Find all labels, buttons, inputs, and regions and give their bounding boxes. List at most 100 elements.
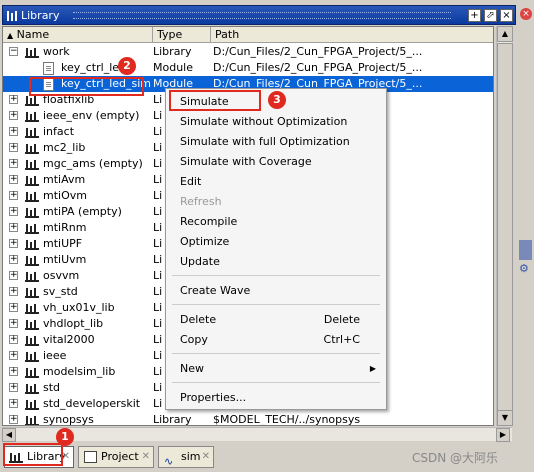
close-tab-icon[interactable]: ✕ xyxy=(142,447,150,467)
scroll-up-icon[interactable]: ▲ xyxy=(497,26,513,42)
column-name[interactable]: ▲ Name xyxy=(3,27,153,43)
row-name: work xyxy=(43,45,70,58)
expand-icon[interactable]: + xyxy=(9,319,18,328)
dock-handle[interactable] xyxy=(519,240,532,260)
tab-sim[interactable]: ∿ sim ✕ xyxy=(158,446,214,468)
row-name: osvvm xyxy=(43,269,80,282)
expand-icon[interactable]: + xyxy=(9,207,18,216)
row-type: Li xyxy=(153,109,163,122)
close-icon[interactable]: × xyxy=(500,9,513,22)
watermark: CSDN @大阿乐 xyxy=(412,451,499,465)
library-icon xyxy=(25,158,39,170)
expand-icon[interactable]: + xyxy=(9,127,18,136)
expand-icon[interactable]: + xyxy=(9,95,18,104)
expand-icon[interactable]: + xyxy=(9,367,18,376)
expand-icon[interactable]: + xyxy=(9,351,18,360)
menu-simulate-coverage[interactable]: Simulate with Coverage xyxy=(166,152,386,172)
menu-delete[interactable]: Delete Delete xyxy=(166,310,386,330)
library-icon xyxy=(25,302,39,314)
undock-icon[interactable]: ⬀ xyxy=(484,9,497,22)
table-row[interactable]: key_ctrl_led Module D:/Cun_Files/2_Cun_FPG… xyxy=(3,60,493,76)
expand-icon[interactable]: + xyxy=(9,399,18,408)
scroll-right-icon[interactable]: ▶ xyxy=(496,428,510,442)
row-name: mtiOvm xyxy=(43,189,87,202)
collapse-icon[interactable]: − xyxy=(9,47,18,56)
menu-properties[interactable]: Properties... xyxy=(166,388,386,408)
row-type: Li xyxy=(153,269,163,282)
menu-simulate-no-opt[interactable]: Simulate without Optimization xyxy=(166,112,386,132)
row-type: Module xyxy=(153,61,193,74)
horizontal-scrollbar[interactable]: ◀ ▶ xyxy=(2,427,512,442)
expand-icon[interactable]: + xyxy=(9,191,18,200)
row-name: vital2000 xyxy=(43,333,95,346)
right-dock-strip: × ⚙ xyxy=(517,0,534,472)
close-icon[interactable]: × xyxy=(520,8,532,20)
row-type: Li xyxy=(153,381,163,394)
tab-project[interactable]: Project ✕ xyxy=(78,446,154,468)
titlebar-grip xyxy=(73,12,451,19)
row-name: mtiUvm xyxy=(43,253,87,266)
highlight-box-simulate xyxy=(169,90,261,111)
row-name: mtiPA (empty) xyxy=(43,205,122,218)
expand-icon[interactable]: + xyxy=(9,159,18,168)
close-tab-icon[interactable]: ✕ xyxy=(202,447,210,467)
row-type: Li xyxy=(153,93,163,106)
library-icon xyxy=(25,382,39,394)
row-name: synopsys xyxy=(43,413,94,426)
library-icon xyxy=(25,142,39,154)
expand-icon[interactable]: + xyxy=(9,303,18,312)
column-type[interactable]: Type xyxy=(153,27,211,43)
row-type: Li xyxy=(153,253,163,266)
expand-icon[interactable]: + xyxy=(9,143,18,152)
expand-icon[interactable]: + xyxy=(9,239,18,248)
menu-optimize[interactable]: Optimize xyxy=(166,232,386,252)
menu-create-wave[interactable]: Create Wave xyxy=(166,281,386,301)
expand-icon[interactable]: + xyxy=(9,255,18,264)
row-name: vh_ux01v_lib xyxy=(43,301,115,314)
row-name: key_ctrl_led xyxy=(61,61,127,74)
menu-recompile[interactable]: Recompile xyxy=(166,212,386,232)
menu-edit[interactable]: Edit xyxy=(166,172,386,192)
menu-separator xyxy=(172,304,380,305)
row-name: std_developerskit xyxy=(43,397,141,410)
modelsim-window: Library + ⬀ × ▲ Name Type Path − work Libr… xyxy=(0,0,534,472)
row-name: ieee xyxy=(43,349,67,362)
table-row[interactable]: + synopsys Library $MODEL_TECH/../synopsys xyxy=(3,412,493,426)
column-header: ▲ Name Type Path xyxy=(3,27,493,43)
scroll-down-icon[interactable]: ▼ xyxy=(497,410,513,426)
library-titlebar[interactable]: Library + ⬀ × xyxy=(2,5,516,25)
expand-icon[interactable]: + xyxy=(9,175,18,184)
vertical-scrollbar[interactable]: ▲ ▼ xyxy=(496,26,513,426)
expand-icon[interactable]: + xyxy=(9,335,18,344)
expand-icon[interactable]: + xyxy=(9,383,18,392)
highlight-box-key-ctrl-led-sim xyxy=(29,77,144,96)
row-type: Li xyxy=(153,125,163,138)
column-path[interactable]: Path xyxy=(211,27,493,43)
menu-simulate-full-opt[interactable]: Simulate with full Optimization xyxy=(166,132,386,152)
add-icon[interactable]: + xyxy=(468,9,481,22)
row-type: Li xyxy=(153,301,163,314)
expand-icon[interactable]: + xyxy=(9,271,18,280)
expand-icon[interactable]: + xyxy=(9,111,18,120)
row-name: mtiAvm xyxy=(43,173,86,186)
expand-icon[interactable]: + xyxy=(9,415,18,424)
row-name: vhdlopt_lib xyxy=(43,317,104,330)
window-title: Library xyxy=(21,9,60,22)
submenu-arrow-icon: ▶ xyxy=(369,364,376,373)
gear-icon[interactable]: ⚙ xyxy=(519,262,532,275)
menu-new[interactable]: New ▶ xyxy=(166,359,386,379)
menu-update[interactable]: Update xyxy=(166,252,386,272)
library-icon xyxy=(25,318,39,330)
menu-copy[interactable]: Copy Ctrl+C xyxy=(166,330,386,350)
row-type: Li xyxy=(153,285,163,298)
library-icon xyxy=(25,46,39,58)
expand-icon[interactable]: + xyxy=(9,223,18,232)
library-icon xyxy=(25,334,39,346)
library-icon xyxy=(25,190,39,202)
library-icon xyxy=(25,286,39,298)
scroll-thumb[interactable] xyxy=(497,43,513,413)
table-row[interactable]: − work Library D:/Cun_Files/2_Cun_FPGA_Proj… xyxy=(3,44,493,60)
module-icon xyxy=(43,62,54,75)
expand-icon[interactable]: + xyxy=(9,287,18,296)
scroll-left-icon[interactable]: ◀ xyxy=(2,428,16,442)
